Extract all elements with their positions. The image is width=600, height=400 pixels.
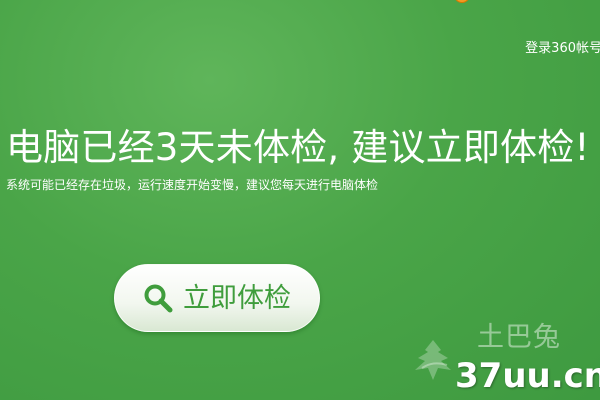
start-checkup-button[interactable]: 立即体检: [114, 264, 320, 332]
top-logo-fragment: [454, 0, 470, 3]
watermark-domain: 37uu.cn: [455, 356, 600, 396]
start-checkup-label: 立即体检: [183, 283, 291, 313]
watermark-small-text: 土巴兔: [477, 322, 561, 353]
page-subtitle: 系统可能已经存在垃圾，运行速度开始变慢，建议您每天进行电脑体检: [6, 178, 379, 192]
page-headline: 电脑已经3天未体检, 建议立即体检!: [6, 126, 590, 169]
search-icon: [143, 283, 183, 313]
login-link[interactable]: 登录360帐号: [525, 40, 600, 58]
watermark-emblem-icon: [415, 340, 451, 380]
